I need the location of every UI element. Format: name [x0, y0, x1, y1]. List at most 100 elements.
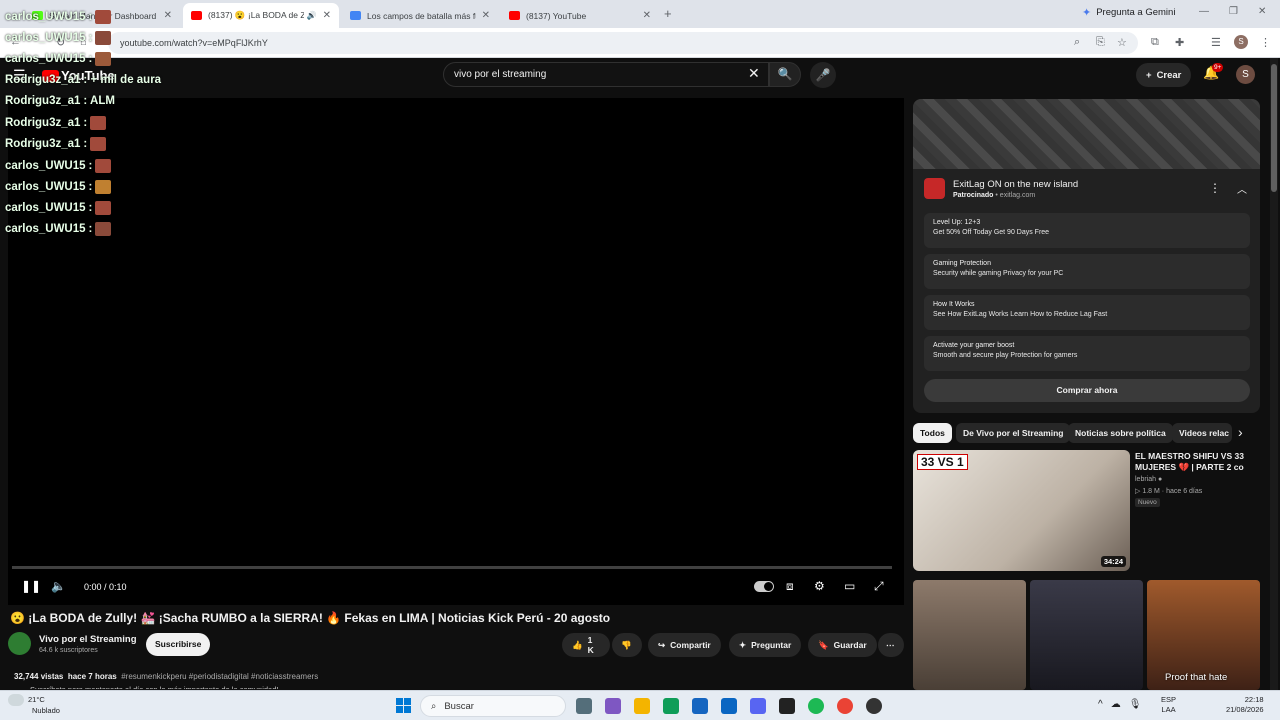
minimize-icon[interactable]: — [1199, 6, 1209, 17]
close-tab-icon[interactable]: ✕ [323, 10, 331, 21]
chip-channel[interactable]: De Vivo por el Streaming [956, 423, 1071, 443]
close-window-icon[interactable]: ✕ [1258, 6, 1266, 17]
autoplay-toggle[interactable] [754, 581, 774, 592]
chip-related[interactable]: Videos relac [1172, 423, 1232, 443]
puzzle-icon[interactable]: ✚ [1175, 36, 1184, 49]
recommended-video-title[interactable]: EL MAESTRO SHIFU VS 33 MUJERES 💔 | PARTE… [1135, 451, 1255, 473]
windows-start-button[interactable] [396, 698, 411, 713]
chat-username[interactable]: Rodrigu3z_a1 [5, 74, 80, 86]
volume-icon[interactable]: 🔈 [51, 579, 66, 593]
file-explorer-icon[interactable] [634, 698, 650, 714]
outlook-icon[interactable] [721, 698, 737, 714]
extension-icon[interactable]: ⧉ [1151, 36, 1159, 49]
like-button[interactable]: 👍 1 K [562, 633, 610, 657]
spotify-icon[interactable] [808, 698, 824, 714]
chip-politics[interactable]: Noticias sobre política [1068, 423, 1173, 443]
tab-youtube-home[interactable]: (8137) YouTube ✕ [501, 3, 659, 28]
chat-username[interactable]: carlos_UWU15 [5, 11, 86, 23]
taskbar-search[interactable]: ⌕ Buscar [420, 695, 566, 717]
copilot-icon[interactable] [605, 698, 621, 714]
chip-all[interactable]: Todos [913, 423, 952, 443]
more-menu-icon[interactable]: ⋮ [1260, 36, 1271, 49]
bookmark-star-icon[interactable]: ☆ [1117, 36, 1127, 49]
edge-icon[interactable] [663, 698, 679, 714]
discord-icon[interactable] [750, 698, 766, 714]
save-button[interactable]: 🔖 Guardar [808, 633, 877, 657]
microphone-icon[interactable]: 🎙 [1129, 699, 1142, 710]
buy-now-button[interactable]: Comprar ahora [924, 379, 1250, 402]
subscribe-button[interactable]: Suscribirse [146, 633, 211, 656]
zoom-icon[interactable]: ⌕ [1074, 36, 1080, 49]
pause-icon[interactable]: ❚❚ [21, 579, 41, 593]
account-avatar[interactable]: S [1236, 65, 1255, 84]
thumbs-up-icon: 👍 [572, 639, 583, 650]
theater-mode-icon[interactable]: ▭ [844, 579, 855, 593]
channel-name[interactable]: Vivo por el Streaming [39, 634, 137, 645]
chat-username[interactable]: carlos_UWU15 [5, 160, 86, 172]
ad-sitelink[interactable]: Activate your gamer boost Smooth and sec… [924, 336, 1250, 371]
subtitles-icon[interactable]: ⧈ [786, 579, 794, 594]
cast-icon[interactable]: ⎘ [1096, 36, 1105, 49]
search-button[interactable]: 🔍 [769, 62, 801, 87]
search-input[interactable]: vivo por el streaming [443, 62, 769, 87]
short-thumbnail[interactable] [913, 580, 1026, 690]
chat-username[interactable]: carlos_UWU15 [5, 202, 86, 214]
chat-username[interactable]: carlos_UWU15 [5, 32, 86, 44]
short-thumbnail[interactable] [1030, 580, 1143, 690]
tab-battlefields[interactable]: Los campos de batalla más fue ✕ [342, 3, 498, 28]
chat-username[interactable]: Rodrigu3z_a1 [5, 138, 80, 150]
ad-sitelink[interactable]: Level Up: 12+3 Get 50% Off Today Get 90 … [924, 213, 1250, 248]
create-button[interactable]: + Crear [1136, 63, 1192, 87]
clock[interactable]: 22:18 21/08/2026 [1226, 695, 1264, 715]
ad-banner-image[interactable] [913, 99, 1260, 169]
chat-username[interactable]: Rodrigu3z_a1 [5, 95, 80, 107]
recommended-video-thumbnail[interactable]: 33 VS 1 34:24 [913, 450, 1130, 571]
store-icon[interactable] [692, 698, 708, 714]
close-tab-icon[interactable]: ✕ [164, 10, 172, 21]
close-tab-icon[interactable]: ✕ [482, 10, 490, 21]
voice-search-button[interactable]: 🎤 [810, 62, 836, 88]
settings-gear-icon[interactable]: ⚙ [814, 579, 825, 593]
restore-icon[interactable]: ❐ [1229, 6, 1238, 17]
dislike-button[interactable]: 👎 [612, 633, 642, 657]
video-player[interactable] [8, 98, 904, 605]
chat-emote-icon [95, 201, 112, 215]
chat-username[interactable]: carlos_UWU15 [5, 223, 86, 235]
channel-avatar[interactable] [8, 632, 31, 655]
chevron-up-icon[interactable]: ^ [1098, 699, 1103, 710]
chrome-icon[interactable] [837, 698, 853, 714]
reading-list-icon[interactable]: ☰ [1211, 36, 1221, 49]
ad-sitelink[interactable]: Gaming Protection Security while gaming … [924, 254, 1250, 289]
video-stats[interactable]: 32,744 vistas hace 7 horas #resumenkickp… [14, 672, 318, 681]
chevron-right-icon[interactable]: › [1238, 424, 1243, 440]
ad-menu-icon[interactable]: ⋮ [1209, 181, 1221, 195]
address-bar-row: ← ↻ ⌂ youtube.com/watch?v=eMPqFlJKrhY ⌕ … [0, 28, 1280, 58]
weather-widget[interactable]: 21°C Nublado [8, 694, 60, 716]
chat-username[interactable]: carlos_UWU15 [5, 181, 86, 193]
task-view-icon[interactable] [576, 698, 592, 714]
speaker-icon[interactable]: 🔊 [307, 11, 317, 20]
clear-search-icon[interactable]: ✕ [748, 65, 760, 82]
tab-youtube-video[interactable]: (8137) 😮 ¡La BODA de Zully 🔊 ✕ [183, 3, 339, 28]
new-tab-button[interactable]: + [664, 6, 672, 21]
network-icon[interactable]: ☁ [1111, 699, 1121, 710]
video-progress-bar[interactable] [12, 566, 892, 569]
ask-gemini-button[interactable]: ✦ Pregunta a Gemini [1082, 6, 1175, 19]
ad-sitelink[interactable]: How It Works See How ExitLag Works Learn… [924, 295, 1250, 330]
terminal-icon[interactable] [779, 698, 795, 714]
obs-icon[interactable] [866, 698, 882, 714]
more-actions-button[interactable]: ⋯ [878, 633, 904, 657]
language-indicator[interactable]: ESP LAA [1161, 695, 1176, 715]
collapse-chevron-icon[interactable]: ︿ [1237, 181, 1247, 196]
recommended-channel[interactable]: lebriah ● [1135, 476, 1162, 483]
chat-username[interactable]: carlos_UWU15 [5, 53, 86, 65]
close-tab-icon[interactable]: ✕ [643, 10, 651, 21]
fullscreen-icon[interactable]: ⤢ [874, 579, 884, 594]
ad-title[interactable]: ExitLag ON on the new island [953, 179, 1078, 190]
ask-button[interactable]: ✦ Preguntar [729, 633, 802, 657]
url-field[interactable]: youtube.com/watch?v=eMPqFlJKrhY [108, 32, 1138, 54]
scrollbar-thumb[interactable] [1271, 64, 1277, 192]
chat-username[interactable]: Rodrigu3z_a1 [5, 117, 80, 129]
browser-profile-avatar[interactable]: S [1234, 35, 1248, 49]
share-button[interactable]: ↪ Compartir [648, 633, 721, 657]
